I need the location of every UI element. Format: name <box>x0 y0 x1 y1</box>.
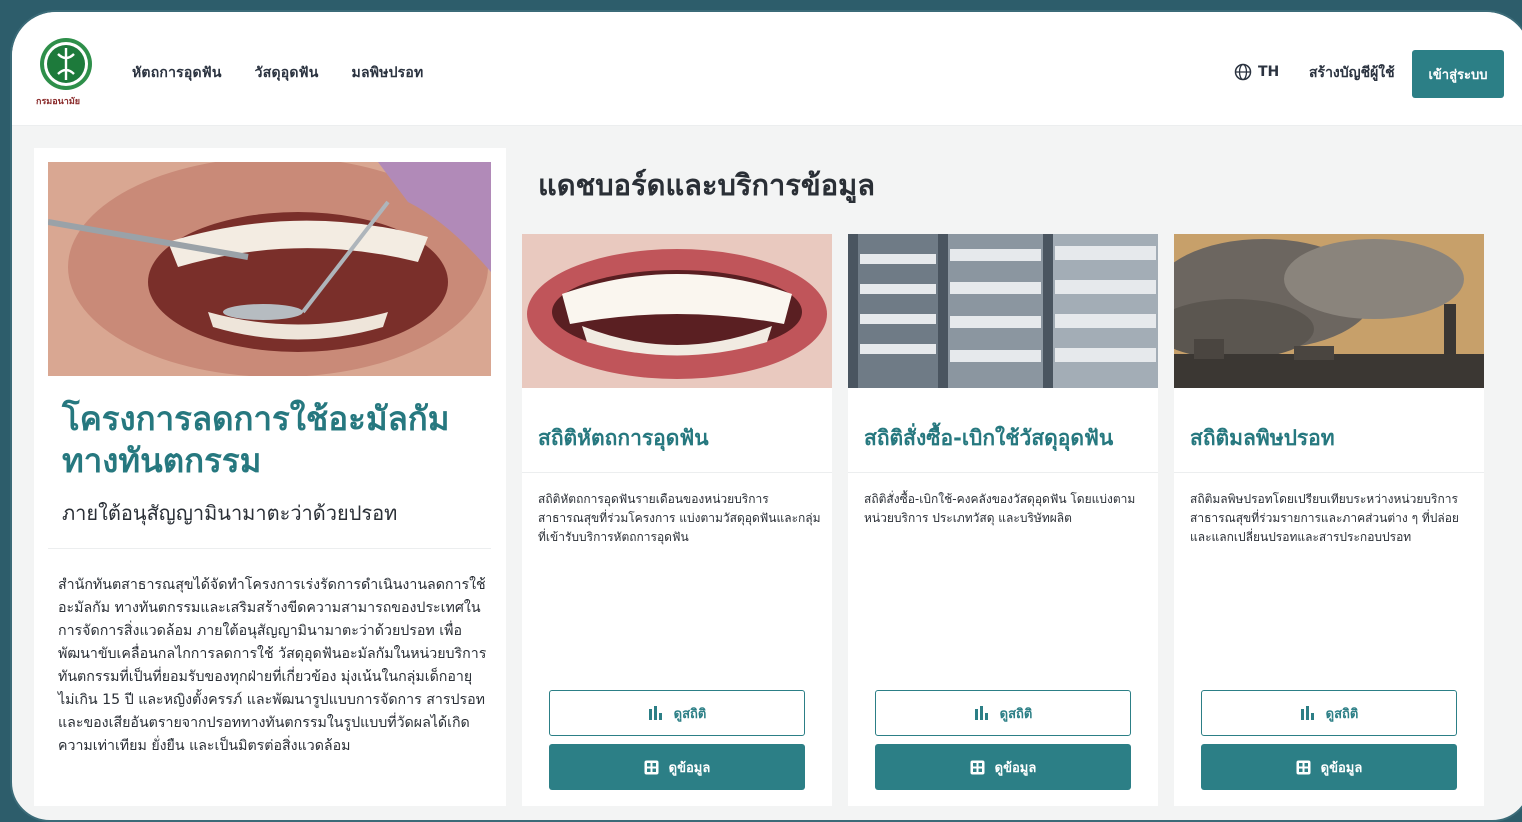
bar-chart-icon <box>648 706 662 720</box>
teeth-smile-image <box>522 234 832 388</box>
card-title: สถิติมลพิษปรอท <box>1190 426 1335 450</box>
card-mercury-stats: สถิติมลพิษปรอท สถิติมลพิษปรอทโดยเปรียบเท… <box>1174 234 1484 806</box>
button-label: ดูสถิติ <box>673 706 707 722</box>
globe-icon <box>1234 63 1252 81</box>
view-data-button[interactable]: ดูข้อมูล <box>1201 744 1457 790</box>
register-link[interactable]: สร้างบัญชีผู้ใช้ <box>1309 62 1395 84</box>
nav-filling-materials[interactable]: วัสดุอุดฟัน <box>255 62 319 84</box>
project-title: โครงการลดการใช้อะมัลกัม ทางทันตกรรม <box>62 399 450 480</box>
button-label: ดูข้อมูล <box>1320 760 1363 776</box>
nav-mercury-pollution[interactable]: มลพิษปรอท <box>352 62 424 84</box>
view-stats-button[interactable]: ดูสถิติ <box>1201 690 1457 736</box>
dental-procedure-image <box>48 162 491 376</box>
grid-table-icon <box>970 760 985 774</box>
divider <box>522 472 832 473</box>
department-logo[interactable]: กรมอนามัย <box>34 34 98 112</box>
project-description: สำนักทันตสาธารณสุขได้จัดทำโครงการเร่งรัด… <box>58 577 487 754</box>
button-label: ดูสถิติ <box>999 706 1033 722</box>
main-nav: หัตถการอุดฟัน วัสดุอุดฟัน มลพิษปรอท <box>132 62 423 84</box>
button-label: ดูข้อมูล <box>668 760 711 776</box>
button-label: ดูสถิติ <box>1325 706 1359 722</box>
card-filling-stats: สถิติหัตถการอุดฟัน สถิติหัตถการอุดฟันราย… <box>522 234 832 806</box>
section-title: แดชบอร์ดและบริการข้อมูล <box>538 168 876 202</box>
logo-text: กรมอนามัย <box>36 97 81 107</box>
top-header: กรมอนามัย หัตถการอุดฟัน วัสดุอุดฟัน มลพิ… <box>12 12 1522 126</box>
view-data-button[interactable]: ดูข้อมูล <box>875 744 1131 790</box>
device-frame: กรมอนามัย หัตถการอุดฟัน วัสดุอุดฟัน มลพิ… <box>0 0 1522 822</box>
view-stats-button[interactable]: ดูสถิติ <box>875 690 1131 736</box>
login-button[interactable]: เข้าสู่ระบบ <box>1412 50 1504 98</box>
grid-table-icon <box>644 760 659 774</box>
view-data-button[interactable]: ดูข้อมูล <box>549 744 805 790</box>
card-title: สถิติหัตถการอุดฟัน <box>538 426 709 450</box>
card-description: สถิติหัตถการอุดฟันรายเดือนของหน่วยบริการ… <box>538 492 821 544</box>
browser-screen: กรมอนามัย หัตถการอุดฟัน วัสดุอุดฟัน มลพิ… <box>10 10 1522 822</box>
card-material-stats: สถิติสั่งซื้อ-เบิกใช้วัสดุอุดฟัน สถิติสั… <box>848 234 1158 806</box>
language-label: TH <box>1258 64 1280 80</box>
card-description: สถิติสั่งซื้อ-เบิกใช้-คงคลังของวัสดุอุดฟ… <box>864 492 1136 525</box>
language-switcher[interactable]: TH <box>1234 63 1279 81</box>
factory-smoke-image <box>1174 234 1484 388</box>
nav-filling-procedures[interactable]: หัตถการอุดฟัน <box>132 62 222 84</box>
card-title: สถิติสั่งซื้อ-เบิกใช้วัสดุอุดฟัน <box>864 426 1114 450</box>
view-stats-button[interactable]: ดูสถิติ <box>549 690 805 736</box>
bar-chart-icon <box>1300 706 1314 720</box>
grid-table-icon <box>1296 760 1311 774</box>
divider <box>1174 472 1484 473</box>
button-label: ดูข้อมูล <box>994 760 1037 776</box>
bar-chart-icon <box>974 706 988 720</box>
card-description: สถิติมลพิษปรอทโดยเปรียบเทียบระหว่างหน่วย… <box>1190 492 1459 544</box>
pharmacy-shelves-image <box>848 234 1158 388</box>
project-card: โครงการลดการใช้อะมัลกัม ทางทันตกรรม ภายใ… <box>34 148 506 806</box>
divider <box>48 548 491 549</box>
project-subtitle: ภายใต้อนุสัญญามินามาตะว่าด้วยปรอท <box>62 501 398 525</box>
divider <box>848 472 1158 473</box>
